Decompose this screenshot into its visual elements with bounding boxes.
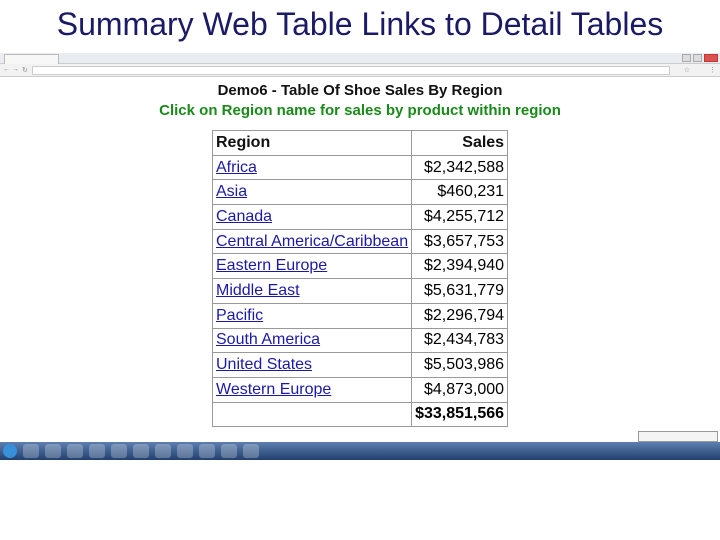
total-row: $33,851,566 (211, 401, 509, 428)
file-icon[interactable] (89, 444, 105, 458)
region-link[interactable]: Canada (216, 208, 272, 225)
table-row: Middle East $5,631,779 (211, 278, 509, 304)
table-header-row: Region Sales (211, 130, 509, 156)
forward-icon[interactable]: → (12, 66, 19, 73)
notepad-icon[interactable] (243, 444, 259, 458)
region-link[interactable]: Pacific (216, 307, 263, 324)
table-row: Africa $2,342,588 (211, 154, 509, 181)
header-region: Region (211, 130, 413, 156)
close-button[interactable] (704, 54, 718, 62)
table-row: South America $2,434,783 (211, 327, 509, 354)
ie-icon[interactable] (23, 444, 39, 458)
address-bar: ← → ↻ ☆ ⋮ (0, 64, 720, 77)
total-label-cell (211, 401, 413, 428)
table-row: United States $5,503,986 (211, 352, 509, 378)
sales-cell: $3,657,753 (411, 228, 509, 255)
region-link[interactable]: United States (216, 356, 312, 373)
back-icon[interactable]: ← (3, 66, 10, 73)
window-controls (682, 54, 718, 62)
sales-cell: $4,873,000 (411, 376, 509, 403)
page-subtitle: Click on Region name for sales by produc… (159, 102, 561, 119)
table-row: Eastern Europe $2,394,940 (211, 253, 509, 280)
sales-cell: $2,434,783 (411, 327, 509, 354)
region-cell: Western Europe (211, 376, 413, 403)
table-row: Western Europe $4,873,000 (211, 376, 509, 403)
sales-cell: $2,394,940 (411, 253, 509, 280)
region-cell: Eastern Europe (211, 253, 413, 280)
table-row: Asia $460,231 (211, 179, 509, 206)
region-cell: Middle East (211, 278, 413, 304)
table-row: Pacific $2,296,794 (211, 302, 509, 329)
notification-tooltip[interactable] (638, 431, 718, 442)
sales-cell: $5,503,986 (411, 352, 509, 378)
region-link[interactable]: Central America/Caribbean (216, 233, 408, 250)
region-link[interactable]: Asia (216, 183, 247, 200)
region-cell: Africa (211, 154, 413, 181)
page-title: Demo6 - Table Of Shoe Sales By Region (217, 82, 503, 99)
region-link[interactable]: South America (216, 331, 320, 348)
table-row: Canada $4,255,712 (211, 204, 509, 230)
app-icon[interactable] (133, 444, 149, 458)
taskbar (0, 442, 720, 460)
region-cell: Central America/Caribbean (211, 228, 413, 255)
region-cell: Asia (211, 179, 413, 206)
region-link[interactable]: Africa (216, 159, 257, 176)
reload-icon[interactable]: ↻ (22, 66, 28, 74)
slide-title: Summary Web Table Links to Detail Tables (56, 6, 664, 42)
browser-tab[interactable] (4, 54, 59, 64)
table-row: Central America/Caribbean $3,657,753 (211, 228, 509, 255)
browser-window: ← → ↻ ☆ ⋮ Demo6 - Table Of Shoe Sales By… (0, 53, 720, 460)
chrome-icon[interactable] (111, 444, 127, 458)
document-icon[interactable] (177, 444, 193, 458)
region-cell: Pacific (211, 302, 413, 329)
region-link[interactable]: Eastern Europe (216, 257, 327, 274)
header-sales: Sales (411, 130, 509, 156)
region-cell: United States (211, 352, 413, 378)
total-sales: $33,851,566 (411, 401, 509, 428)
menu-icon[interactable]: ⋮ (709, 66, 716, 74)
url-input[interactable] (32, 66, 670, 75)
sales-cell: $460,231 (411, 179, 509, 206)
sales-cell: $2,342,588 (411, 154, 509, 181)
sales-cell: $4,255,712 (411, 204, 509, 230)
excel-icon[interactable] (45, 444, 61, 458)
sales-cell: $5,631,779 (411, 278, 509, 304)
maximize-button[interactable] (693, 54, 702, 62)
powerpoint-icon[interactable] (67, 444, 83, 458)
star-icon[interactable]: ☆ (684, 66, 690, 74)
tab-bar (0, 53, 720, 64)
start-button-icon[interactable] (3, 444, 17, 458)
region-link[interactable]: Middle East (216, 282, 300, 299)
region-cell: South America (211, 327, 413, 354)
sales-table: Region Sales Africa $2,342,588 Asia $460,23… (211, 130, 509, 428)
region-cell: Canada (211, 204, 413, 230)
region-link[interactable]: Western Europe (216, 381, 331, 398)
minimize-button[interactable] (682, 54, 691, 62)
tool-icon[interactable] (221, 444, 237, 458)
outlook-icon[interactable] (199, 444, 215, 458)
word-icon[interactable] (155, 444, 171, 458)
sales-cell: $2,296,794 (411, 302, 509, 329)
